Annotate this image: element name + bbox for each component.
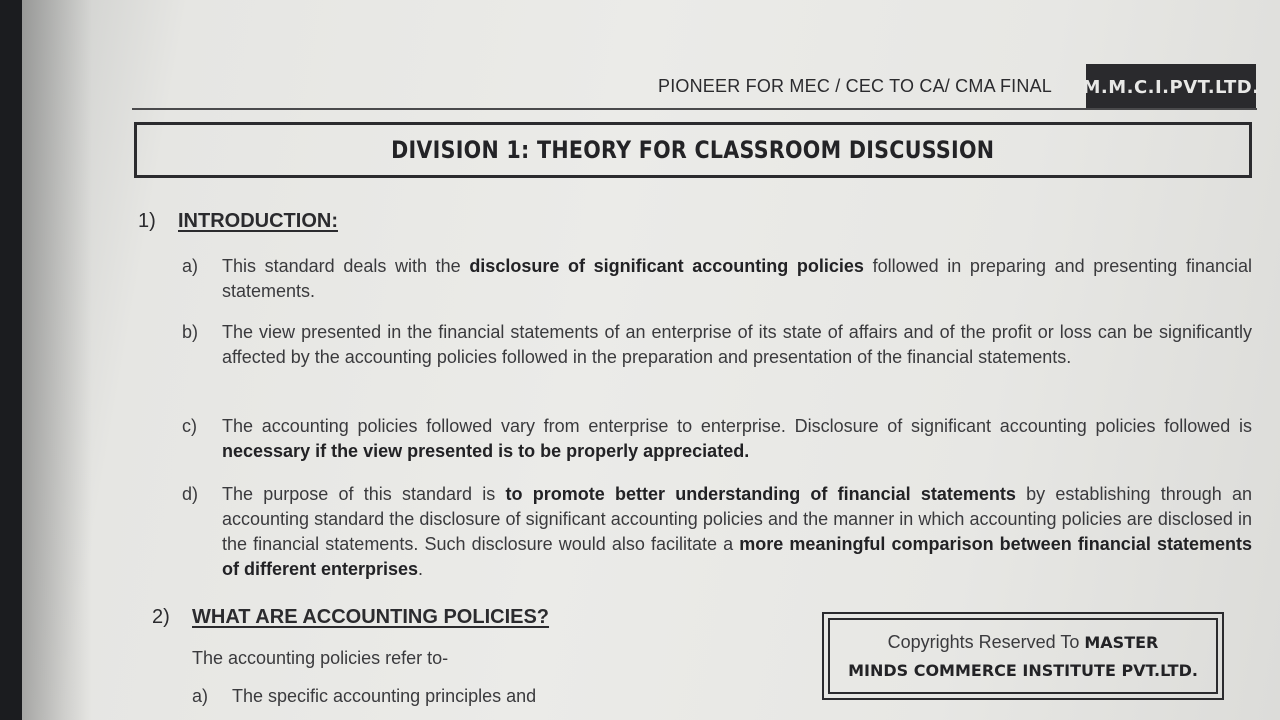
item-label: b)	[182, 322, 199, 342]
section-1-title: INTRODUCTION:	[178, 210, 338, 232]
header-badge: M.M.C.I.PVT.LTD.	[1082, 64, 1259, 110]
item-label: d)	[182, 484, 199, 504]
header-rule	[132, 108, 1257, 110]
item-text: The specific accounting principles and	[232, 686, 537, 706]
copyright-box: Copyrights Reserved To MASTER MINDS COMM…	[822, 612, 1224, 700]
item-text: The purpose of this standard is to promo…	[222, 484, 1252, 579]
copyright-notice: Copyrights Reserved To MASTER MINDS COMM…	[828, 618, 1218, 694]
page-edge-shadow	[22, 0, 92, 720]
section-1-heading: 1) INTRODUCTION:	[138, 210, 338, 233]
section-2-number: 2)	[152, 606, 170, 628]
section-2-heading: 2) WHAT ARE ACCOUNTING POLICIES?	[152, 606, 549, 629]
division-title: DIVISION 1: THEORY FOR CLASSROOM DISCUSS…	[391, 136, 995, 164]
item-label: a)	[182, 256, 199, 276]
section-2-title: WHAT ARE ACCOUNTING POLICIES?	[192, 606, 550, 628]
division-title-box: DIVISION 1: THEORY FOR CLASSROOM DISCUSS…	[134, 122, 1252, 178]
item-text: This standard deals with the disclosure …	[222, 256, 1252, 301]
section-2-intro: The accounting policies refer to-	[192, 648, 449, 668]
item-label: c)	[182, 416, 197, 436]
item-text: The accounting policies followed vary fr…	[222, 416, 1252, 461]
item-text: The view presented in the financial stat…	[222, 322, 1252, 367]
header-tagline: PIONEER FOR MEC / CEC TO CA/ CMA FINAL	[658, 76, 1052, 96]
section-1-number: 1)	[138, 210, 156, 232]
document-page: PIONEER FOR MEC / CEC TO CA/ CMA FINAL M…	[22, 0, 1280, 720]
item-label: a)	[192, 686, 209, 706]
